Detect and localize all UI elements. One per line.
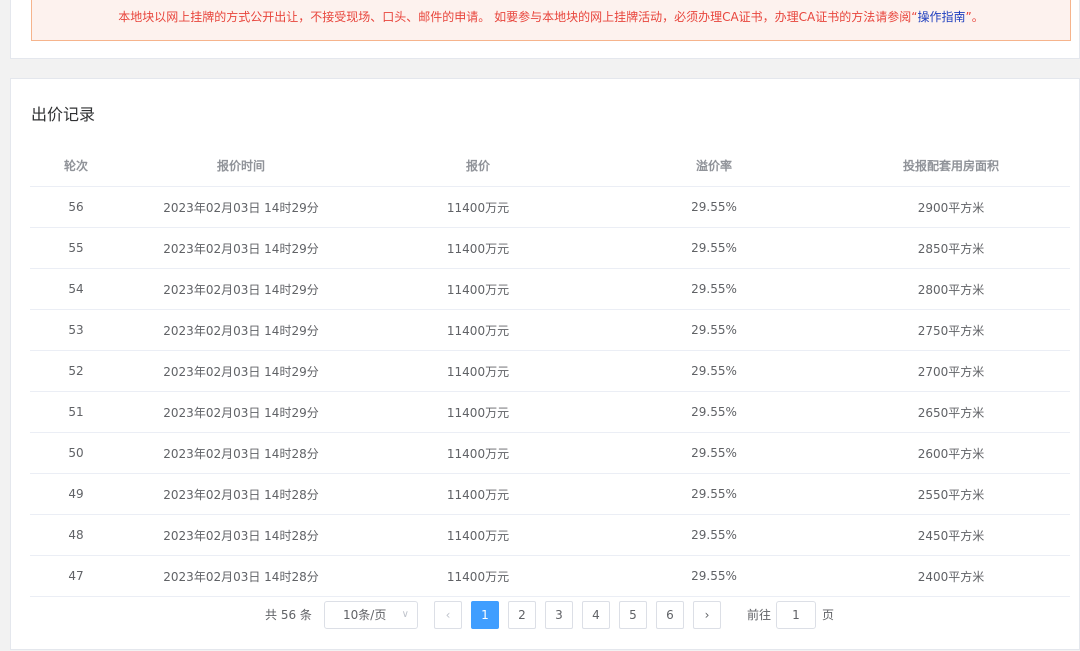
table-header: 轮次 报价时间 报价 溢价率 投报配套用房面积	[30, 145, 1070, 187]
cell-premium-rate: 29.55%	[691, 446, 737, 460]
table-row: 48 2023年02月03日 14时28分 11400万元 29.55% 2450平方米	[30, 515, 1070, 556]
header-housing-area: 投报配套用房面积	[902, 159, 999, 173]
bid-record-card: 出价记录 轮次 报价时间 报价 溢价率 投报配套用房面积 56 2023年02月0…	[10, 78, 1080, 650]
page-size-value: 10条/页	[343, 608, 387, 622]
cell-premium-rate: 29.55%	[691, 364, 737, 378]
table-row: 51 2023年02月03日 14时29分 11400万元 29.55% 2650平方米	[30, 392, 1070, 433]
cell-round: 49	[68, 487, 84, 501]
cell-housing-area: 2750平方米	[917, 323, 985, 338]
notice-text: 本地块以网上挂牌的方式公开出让，不接受现场、口头、邮件的申请。 如要参与本地块的…	[118, 10, 918, 24]
prev-page-button[interactable]: ‹	[434, 601, 462, 629]
cell-housing-area: 2700平方米	[917, 364, 985, 379]
chevron-down-icon: ∨	[401, 609, 409, 620]
cell-housing-area: 2600平方米	[917, 446, 985, 461]
cell-round: 55	[68, 241, 84, 255]
table-row: 47 2023年02月03日 14时28分 11400万元 29.55% 2400平方米	[30, 556, 1070, 597]
cell-round: 54	[68, 282, 84, 296]
cell-bid-time: 2023年02月03日 14时29分	[163, 200, 319, 215]
cell-bid-time: 2023年02月03日 14时28分	[163, 569, 319, 584]
section-title: 出价记录	[31, 105, 96, 124]
cell-housing-area: 2850平方米	[917, 241, 985, 256]
cell-round: 53	[68, 323, 84, 337]
table-row: 56 2023年02月03日 14时29分 11400万元 29.55% 2900平方米	[30, 187, 1070, 228]
cell-bid-time: 2023年02月03日 14时29分	[163, 405, 319, 420]
cell-premium-rate: 29.55%	[691, 241, 737, 255]
table-row: 49 2023年02月03日 14时28分 11400万元 29.55% 2550平方米	[30, 474, 1070, 515]
table-body: 56 2023年02月03日 14时29分 11400万元 29.55% 2900平方米…	[30, 187, 1070, 597]
cell-housing-area: 2550平方米	[917, 487, 985, 502]
chevron-right-icon: ›	[704, 608, 710, 622]
cell-round: 50	[68, 446, 84, 460]
page-button-4[interactable]: 4	[582, 601, 610, 629]
cell-bid-price: 11400万元	[446, 364, 510, 379]
goto-page-input[interactable]	[776, 601, 816, 629]
cell-round: 48	[68, 528, 84, 542]
page-button-6[interactable]: 6	[656, 601, 684, 629]
table-row: 55 2023年02月03日 14时29分 11400万元 29.55% 2850平方米	[30, 228, 1070, 269]
header-premium-rate: 溢价率	[695, 159, 732, 173]
cell-bid-time: 2023年02月03日 14时29分	[163, 241, 319, 256]
header-round: 轮次	[63, 159, 88, 173]
cell-bid-price: 11400万元	[446, 446, 510, 461]
cell-round: 56	[68, 200, 84, 214]
cell-round: 51	[68, 405, 84, 419]
cell-bid-price: 11400万元	[446, 405, 510, 420]
notice-card: 本地块以网上挂牌的方式公开出让，不接受现场、口头、邮件的申请。 如要参与本地块的…	[10, 0, 1080, 59]
cell-premium-rate: 29.55%	[691, 323, 737, 337]
cell-bid-price: 11400万元	[446, 323, 510, 338]
notice-suffix: ”。	[965, 10, 984, 24]
notice-banner: 本地块以网上挂牌的方式公开出让，不接受现场、口头、邮件的申请。 如要参与本地块的…	[31, 0, 1071, 41]
cell-bid-price: 11400万元	[446, 528, 510, 543]
total-count: 共 56 条	[265, 608, 312, 622]
cell-housing-area: 2900平方米	[917, 200, 985, 215]
next-page-button[interactable]: ›	[693, 601, 721, 629]
cell-bid-price: 11400万元	[446, 282, 510, 297]
page-button-1[interactable]: 1	[471, 601, 499, 629]
cell-premium-rate: 29.55%	[691, 405, 737, 419]
bid-record-table: 轮次 报价时间 报价 溢价率 投报配套用房面积 56 2023年02月03日 14…	[30, 145, 1070, 597]
cell-bid-time: 2023年02月03日 14时29分	[163, 323, 319, 338]
cell-premium-rate: 29.55%	[691, 200, 737, 214]
page-button-2[interactable]: 2	[508, 601, 536, 629]
chevron-left-icon: ‹	[445, 608, 451, 622]
cell-bid-price: 11400万元	[446, 487, 510, 502]
cell-premium-rate: 29.55%	[691, 282, 737, 296]
page-size-select[interactable]: 10条/页 ∨	[324, 601, 418, 629]
table-row: 54 2023年02月03日 14时29分 11400万元 29.55% 2800平方米	[30, 269, 1070, 310]
header-bid-price: 报价	[465, 159, 490, 173]
operation-guide-link[interactable]: 操作指南	[917, 10, 965, 24]
cell-bid-price: 11400万元	[446, 569, 510, 584]
cell-bid-time: 2023年02月03日 14时28分	[163, 446, 319, 461]
cell-housing-area: 2450平方米	[917, 528, 985, 543]
table-row: 50 2023年02月03日 14时28分 11400万元 29.55% 2600平方米	[30, 433, 1070, 474]
cell-bid-price: 11400万元	[446, 241, 510, 256]
cell-housing-area: 2650平方米	[917, 405, 985, 420]
page-button-3[interactable]: 3	[545, 601, 573, 629]
cell-housing-area: 2800平方米	[917, 282, 985, 297]
cell-bid-price: 11400万元	[446, 200, 510, 215]
cell-housing-area: 2400平方米	[917, 569, 985, 584]
cell-premium-rate: 29.55%	[691, 569, 737, 583]
cell-bid-time: 2023年02月03日 14时29分	[163, 364, 319, 379]
table-row: 52 2023年02月03日 14时29分 11400万元 29.55% 2700平方米	[30, 351, 1070, 392]
table-row: 53 2023年02月03日 14时29分 11400万元 29.55% 2750平方米	[30, 310, 1070, 351]
cell-round: 52	[68, 364, 84, 378]
page: 本地块以网上挂牌的方式公开出让，不接受现场、口头、邮件的申请。 如要参与本地块的…	[0, 0, 1080, 651]
cell-premium-rate: 29.55%	[691, 487, 737, 501]
cell-bid-time: 2023年02月03日 14时28分	[163, 487, 319, 502]
page-unit-label: 页	[822, 608, 835, 622]
cell-bid-time: 2023年02月03日 14时28分	[163, 528, 319, 543]
cell-premium-rate: 29.55%	[691, 528, 737, 542]
goto-label: 前往	[747, 608, 772, 622]
cell-bid-time: 2023年02月03日 14时29分	[163, 282, 319, 297]
header-bid-time: 报价时间	[216, 159, 265, 173]
page-button-5[interactable]: 5	[619, 601, 647, 629]
pagination: 共 56 条 10条/页 ∨ ‹ 123456 › 前往 页	[11, 601, 1080, 629]
cell-round: 47	[68, 569, 84, 583]
